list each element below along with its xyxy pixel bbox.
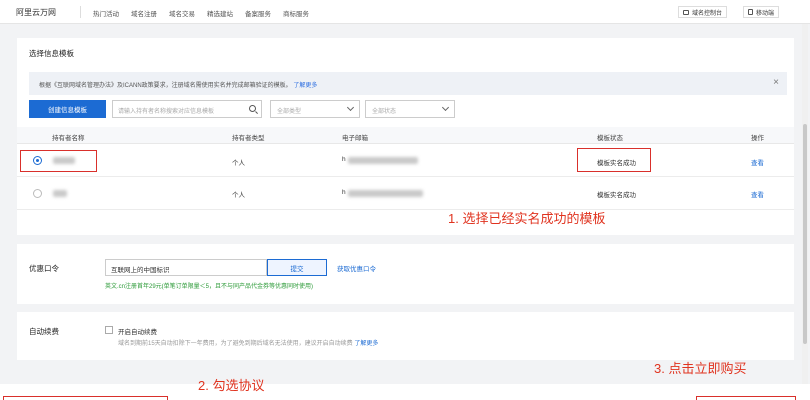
view-link[interactable]: 查看: [751, 157, 764, 167]
annotation-step1: 1. 选择已经实名成功的模板: [448, 211, 606, 226]
coupon-panel: 优惠口令 互联网上的中国标识 提交 获取优惠口令 英文.cn注册首年29元(单笔…: [17, 244, 794, 304]
status-select-value: 全部状态: [372, 109, 397, 115]
template-panel-title: 选择信息模板: [29, 49, 74, 58]
nav-item-trade[interactable]: 域名交易: [169, 8, 195, 18]
mobile-label: 移动端: [756, 10, 775, 17]
annotation-step2: 2. 勾选协议: [198, 378, 265, 393]
auto-renew-note-wrap: 域名到期前15天自动扣除下一年费用，为了避免到期后域名无法使用，建议开启自动续费…: [118, 338, 378, 347]
nav-item-trademark[interactable]: 商标服务: [283, 8, 309, 18]
nav-item-icp[interactable]: 备案服务: [245, 8, 271, 18]
template-status: 模板实名成功: [597, 192, 636, 199]
domain-console-label: 域名控制台: [692, 10, 723, 17]
col-holder-name: 持有者名称: [52, 135, 85, 142]
auto-renew-label[interactable]: 开启自动续费: [118, 326, 157, 336]
email-redacted: [348, 157, 418, 164]
holder-type: 个人: [232, 160, 245, 167]
row-radio[interactable]: [33, 189, 42, 198]
col-email: 电子邮箱: [342, 135, 368, 142]
table-row[interactable]: 个人 h 模板实名成功 查看: [17, 178, 794, 210]
get-coupon-link[interactable]: 获取优惠口令: [337, 263, 376, 273]
bottom-purchase-bar: [0, 384, 810, 400]
type-select-value: 全部类型: [277, 109, 302, 115]
monitor-icon: [683, 9, 689, 15]
status-select[interactable]: 全部状态: [365, 100, 455, 118]
top-navigation-bar: 阿里云万网 热门活动 域名注册 域名交易 精选建站 备案服务 商标服务 域名控制…: [0, 0, 810, 24]
holder-type: 个人: [232, 192, 245, 199]
auto-renew-checkbox[interactable]: [105, 326, 113, 334]
nav-item-register[interactable]: 域名注册: [131, 8, 157, 18]
brand-logo[interactable]: 阿里云万网: [16, 7, 56, 18]
auto-renew-note: 域名到期前15天自动扣除下一年费用，为了避免到期后域名无法使用，建议开启自动续费: [118, 341, 353, 347]
highlight-template-status: [577, 148, 651, 172]
annotation-step3: 3. 点击立即购买: [654, 361, 747, 376]
search-icon[interactable]: [249, 105, 256, 112]
brand-divider: [80, 6, 81, 18]
close-icon[interactable]: ×: [773, 77, 779, 88]
notice-text: 根据《互联网域名管理办法》及ICANN政策要求，注册域名需使用实名并完成邮箱验证…: [39, 83, 292, 89]
nav-item-site[interactable]: 精选建站: [207, 8, 233, 18]
type-select[interactable]: 全部类型: [270, 100, 360, 118]
coupon-input[interactable]: 互联网上的中国标识: [105, 259, 267, 276]
highlight-buy-now: [696, 396, 796, 400]
notice-text-wrap: 根据《互联网域名管理办法》及ICANN政策要求，注册域名需使用实名并完成邮箱验证…: [39, 80, 317, 89]
domain-console-button[interactable]: 域名控制台: [678, 6, 728, 18]
coupon-panel-title: 优惠口令: [29, 264, 59, 273]
template-panel: 选择信息模板 根据《互联网域名管理办法》及ICANN政策要求，注册域名需使用实名…: [17, 38, 794, 235]
nav-item-hot[interactable]: 热门活动: [93, 8, 119, 18]
main-nav: 热门活动 域名注册 域名交易 精选建站 备案服务 商标服务: [93, 8, 309, 18]
create-template-button[interactable]: 创建信息模板: [29, 100, 106, 118]
highlight-selected-template: [20, 150, 97, 172]
auto-renew-panel: 自动续费 开启自动续费 域名到期前15天自动扣除下一年费用，为了避免到期后域名无…: [17, 312, 794, 360]
mobile-button[interactable]: 移动端: [743, 6, 780, 18]
coupon-input-value: 互联网上的中国标识: [111, 267, 170, 274]
auto-renew-title: 自动续费: [29, 327, 59, 336]
col-holder-type: 持有者类型: [232, 135, 265, 142]
holder-name-redacted: [53, 190, 67, 197]
chevron-down-icon: [441, 103, 450, 112]
coupon-note: 英文.cn注册首年29元(单笔订单限量＜5，且不与同产品代金券等优惠同时使用): [105, 284, 314, 290]
coupon-submit-button[interactable]: 提交: [267, 259, 327, 276]
highlight-agreement: [3, 396, 168, 400]
email-prefix: h: [342, 156, 346, 163]
col-template-status: 模板状态: [597, 135, 623, 142]
email-prefix: h: [342, 189, 346, 196]
template-search-input[interactable]: 请输入持有者名称搜索对应信息模板: [112, 100, 262, 118]
notice-learn-more-link[interactable]: 了解更多: [293, 83, 317, 89]
view-link[interactable]: 查看: [751, 189, 764, 199]
col-action: 操作: [751, 135, 764, 142]
auto-renew-learn-more-link[interactable]: 了解更多: [354, 341, 378, 347]
policy-notice: 根据《互联网域名管理办法》及ICANN政策要求，注册域名需使用实名并完成邮箱验证…: [29, 72, 787, 95]
table-row[interactable]: 个人 h 模板实名成功 查看: [17, 145, 794, 177]
phone-icon: [748, 9, 753, 15]
email-redacted: [348, 190, 423, 197]
scrollbar-thumb[interactable]: [803, 124, 807, 344]
table-header: 持有者名称 持有者类型 电子邮箱 模板状态 操作: [17, 127, 794, 144]
search-placeholder: 请输入持有者名称搜索对应信息模板: [118, 109, 215, 115]
page-scrollbar[interactable]: [802, 24, 808, 394]
chevron-down-icon: [346, 103, 355, 112]
